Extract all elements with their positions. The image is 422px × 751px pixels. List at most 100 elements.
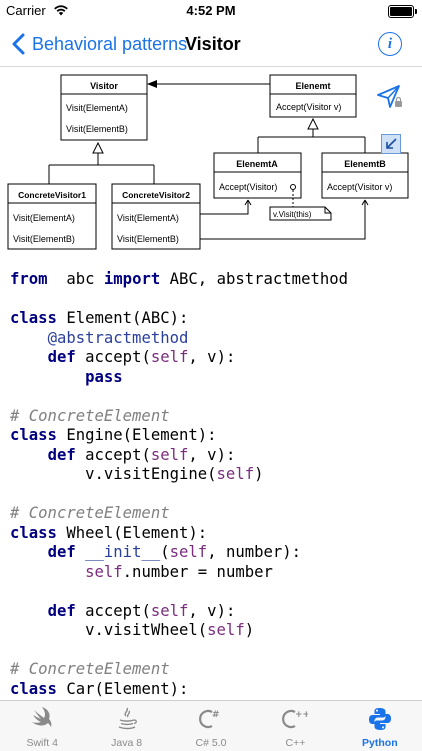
visitor-class-box: Visitor Visit(ElementA) Visit(ElementB) [60,74,148,141]
note-text: v.Visit(this) [273,210,312,219]
code-token: accept( [75,445,151,464]
code-token: class [10,523,57,542]
concrete-visitor-1-name: ConcreteVisitor1 [18,190,86,200]
element-b-method: Accept(Visitor v) [327,182,392,192]
tab-label: Python [362,737,398,749]
code-token: self [169,543,208,561]
code-token: class [10,309,57,327]
code-line: @abstractmethod [10,329,420,349]
element-a-class-name: ElenemtA [236,159,278,169]
code-token: import [103,270,161,288]
code-token: # ConcreteElement [10,504,170,522]
swift-icon [29,706,55,732]
code-token: Engine(Element): [56,426,217,444]
tab-java[interactable]: Java 8 [84,701,168,751]
tab-python[interactable]: Python [338,701,422,751]
cplusplus-icon: ++ [282,706,311,732]
visitor-class-name: Visitor [90,81,118,91]
element-b-class-name: ElenemtB [344,159,386,169]
code-token: self [150,601,189,620]
page-title: Visitor [185,34,241,54]
code-token: v.visitWheel( [10,621,208,639]
info-icon[interactable]: i [378,32,402,56]
code-token: ABC, abstractmethod [160,270,349,288]
tab-label: C++ [285,737,306,749]
code-token: self [150,445,189,464]
inheritance-arrow [257,117,366,153]
clock: 4:52 PM [186,3,236,18]
code-token: ( [160,543,170,561]
code-token: self [207,621,245,639]
code-token: from [10,270,48,288]
code-token: def [47,348,76,366]
send-icon[interactable] [375,82,405,112]
code-line: class Element(ABC): [10,309,420,329]
csharp-icon: # [198,706,224,732]
tab-bar: Swift 4 Java 8 # C# 5.0 ++ C++ Python [0,700,422,751]
code-line: class Car(Element): [10,680,420,700]
element-a-method: Accept(Visitor) [219,182,277,192]
tab-swift[interactable]: Swift 4 [0,701,84,751]
code-token: def [47,543,76,561]
code-token: , number): [207,543,302,561]
code-line: def accept(self, v): [10,348,420,368]
tab-cplusplus[interactable]: ++ C++ [253,701,337,751]
inheritance-arrow [48,141,155,184]
code-token: Wheel(Element): [56,523,208,542]
code-token: class [10,426,57,444]
code-token: , v): [188,445,236,464]
code-line: self.number = number [10,563,420,583]
concrete-visitor-1-method: Visit(ElementB) [13,234,75,244]
java-icon [114,706,140,732]
element-class-box: Elenemt Accept(Visitor v) [269,74,357,118]
concrete-visitor-2-method: Visit(ElementA) [117,213,179,223]
code-line: v.visitWheel(self) [10,621,420,641]
element-a-class-box: ElenemtA Accept(Visitor) [213,152,302,199]
element-b-class-box: ElenemtB Accept(Visitor v) [321,152,409,199]
status-bar: Carrier 4:52 PM [0,0,422,22]
code-line: class Wheel(Element): [10,524,420,544]
code-line: def accept(self, v): [10,602,420,622]
code-token: def [47,601,76,620]
concrete-visitor-1-box: ConcreteVisitor1 Visit(ElementA) Visit(E… [7,183,97,250]
back-button-label: Behavioral patterns [32,33,188,54]
python-icon [367,706,393,732]
shrink-diagram-button[interactable] [381,134,401,154]
tab-label: C# 5.0 [195,737,227,749]
code-token: # ConcreteElement [10,660,170,678]
code-view: from abc import ABC, abstractmethod clas… [10,270,420,700]
concrete-visitor-2-name: ConcreteVisitor2 [122,190,190,200]
code-token: .number = number [122,562,273,581]
code-token: accept( [75,348,151,366]
arrow-down-left-icon [386,138,397,149]
back-button[interactable]: Behavioral patterns [8,31,187,57]
code-token: @abstractmethod [47,328,189,347]
concrete-visitor-1-method: Visit(ElementA) [13,213,75,223]
code-line: def accept(self, v): [10,446,420,466]
visitor-method: Visit(ElementB) [66,124,128,134]
code-token: Car(Element): [56,679,189,698]
concrete-visitor-2-method: Visit(ElementB) [117,234,179,244]
element-class-name: Elenemt [295,81,330,91]
code-token: ) [254,465,264,483]
concrete-visitor-2-box: ConcreteVisitor2 Visit(ElementA) Visit(E… [111,183,201,250]
code-token: , v): [188,348,236,366]
code-line: from abc import ABC, abstractmethod [10,270,420,290]
code-token: Element(ABC): [56,309,189,327]
code-token: v.visitEngine( [10,465,217,483]
code-token: __init__ [85,543,161,561]
code-line: # ConcreteElement [10,660,420,680]
code-token: , v): [188,601,236,620]
tab-label: Swift 4 [26,737,58,749]
code-token: # ConcreteElement [10,406,170,425]
tab-csharp[interactable]: # C# 5.0 [169,701,253,751]
